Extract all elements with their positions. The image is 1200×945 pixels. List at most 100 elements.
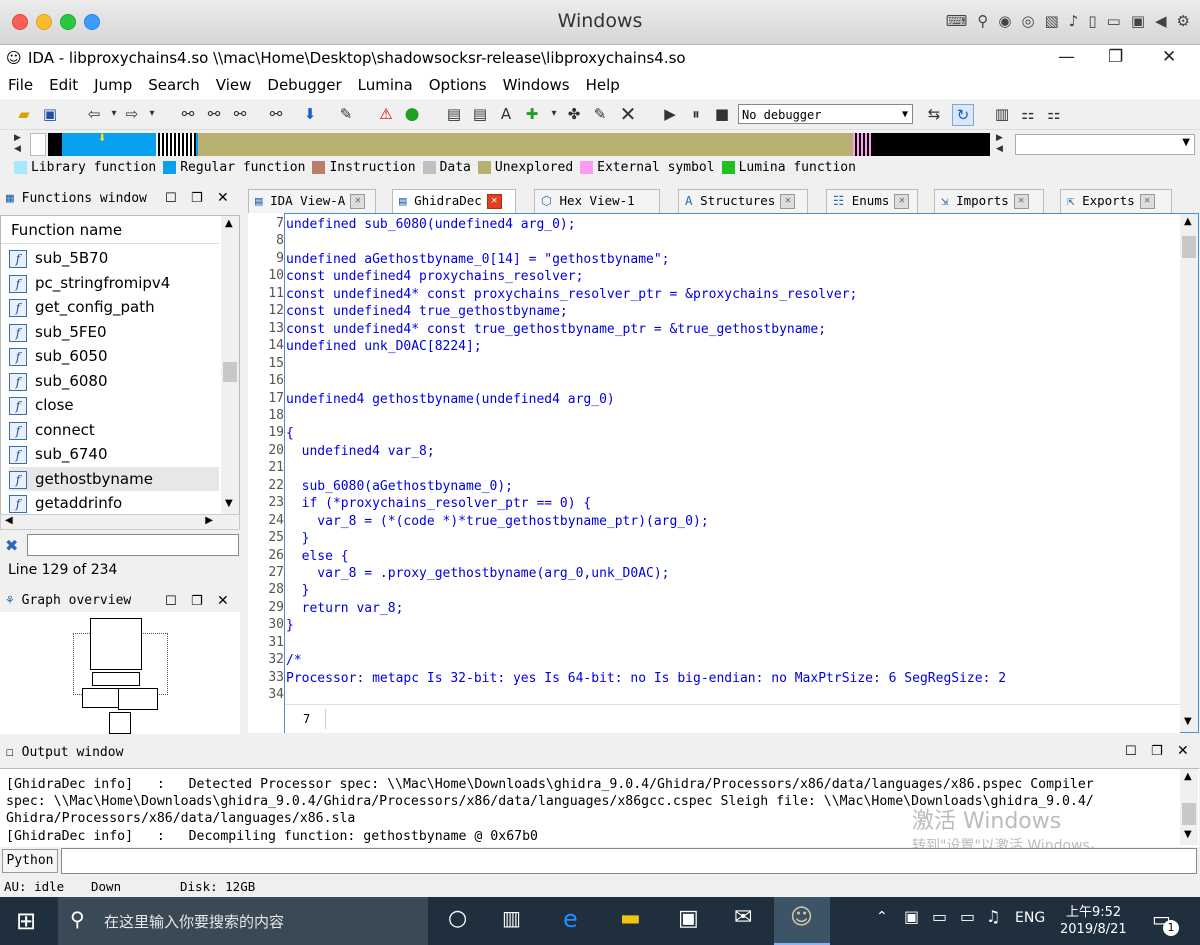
attach-icon[interactable]: ⇆ [924, 104, 944, 124]
function-item[interactable]: f close [9, 393, 219, 417]
storage-icon[interactable]: ▯ [1088, 12, 1096, 30]
code-line[interactable]: const undefined4 proxychains_resolver; [286, 268, 583, 286]
input-language[interactable]: ENG [1015, 910, 1045, 926]
code-line[interactable]: undefined4 var_8; [286, 443, 435, 461]
functions-float-icon[interactable]: ❐ [191, 191, 203, 206]
edit-icon[interactable]: ✎ [336, 104, 356, 124]
code-line[interactable]: undefined unk_D0AC[8224]; [286, 338, 482, 356]
code-icon[interactable]: ▤ [444, 104, 464, 124]
volume-icon[interactable]: ♫ [986, 907, 1000, 926]
devices-icon[interactable]: ◎ [1022, 12, 1035, 30]
search-text-icon[interactable]: ⚯ [204, 104, 224, 124]
code-vertical-scrollbar[interactable]: ▲ ▼ [1180, 214, 1198, 732]
close-icon[interactable]: ✕ [780, 194, 796, 209]
mail-icon[interactable]: ✉ [734, 905, 752, 930]
menu-windows[interactable]: Windows [495, 73, 578, 99]
output-maximize-icon[interactable]: ☐ [1125, 744, 1137, 759]
string-icon[interactable]: A [496, 104, 516, 124]
function-name-column-header[interactable]: Function name [1, 216, 219, 244]
functions-horizontal-scrollbar[interactable]: ◀ ▶ [0, 514, 240, 530]
scroll-up-icon[interactable]: ▲ [225, 218, 233, 229]
code-line[interactable]: const undefined4* const true_gethostbyna… [286, 321, 826, 339]
folder-icon[interactable]: ▭ [1107, 12, 1121, 30]
function-item[interactable]: f sub_6740 [9, 442, 219, 466]
function-dropdown-icon[interactable]: ▾ [544, 104, 564, 124]
menu-lumina[interactable]: Lumina [350, 73, 421, 99]
debugger-select[interactable]: No debugger ▼ [738, 104, 913, 124]
code-line[interactable]: sub_6080(aGethostbyname_0); [286, 478, 513, 496]
create-function-icon[interactable]: ✚ [522, 104, 542, 124]
graph-maximize-icon[interactable]: ☐ [165, 594, 177, 609]
search-binary-icon[interactable]: ⚯ [230, 104, 250, 124]
output-float-icon[interactable]: ❐ [1151, 744, 1163, 759]
navband-right-arrows[interactable]: ▶ ◀ [996, 133, 1008, 156]
windows-start-icon[interactable]: ⊞ [16, 907, 36, 935]
menu-debugger[interactable]: Debugger [259, 73, 349, 99]
output-scroll-thumb[interactable] [1182, 803, 1196, 825]
warning-icon[interactable]: ⚠ [376, 104, 396, 124]
play-icon[interactable]: ▶ [660, 104, 680, 124]
code-line[interactable]: const undefined4 true_gethostbyname; [286, 303, 568, 321]
close-icon[interactable]: ✕ [894, 194, 910, 209]
scroll-right-icon[interactable]: ▶ [205, 515, 213, 526]
code-line[interactable]: var_8 = .proxy_gethostbyname(arg_0,unk_D… [286, 565, 669, 583]
close-icon[interactable]: ✕ [1013, 194, 1029, 209]
tab-ghidradec[interactable]: ▤ GhidraDec ✕ [392, 189, 516, 213]
task-view-icon[interactable]: ▥ [502, 906, 521, 930]
scroll-up-icon[interactable]: ▲ [1184, 216, 1192, 227]
output-close-icon[interactable]: ✕ [1177, 743, 1189, 759]
menu-view[interactable]: View [208, 73, 260, 99]
navband-select[interactable]: ▼ [1015, 134, 1195, 155]
function-item-selected[interactable]: f gethostbyname [9, 467, 219, 491]
clock-time[interactable]: 上午9:52 [1066, 901, 1121, 920]
file-explorer-icon[interactable]: ▬ [620, 906, 641, 931]
code-line[interactable]: else { [286, 548, 349, 566]
function-item[interactable]: f connect [9, 418, 219, 442]
menu-edit[interactable]: Edit [41, 73, 86, 99]
code-line[interactable]: if (*proxychains_resolver_ptr == 0) { [286, 495, 592, 513]
code-line[interactable]: undefined4 gethostbyname(undefined4 arg_… [286, 391, 615, 409]
usb-icon[interactable]: ⚲ [977, 12, 988, 30]
tray-app-icon[interactable]: ▣ [904, 907, 919, 926]
cortana-icon[interactable]: ○ [448, 906, 467, 931]
scroll-left-icon[interactable]: ◀ [5, 515, 13, 526]
python-language-button[interactable]: Python [2, 849, 58, 873]
code-line[interactable]: /* [286, 652, 302, 670]
back-arrow-icon[interactable]: ⇦ [84, 104, 104, 124]
scroll-down-icon[interactable]: ▼ [225, 498, 233, 509]
navband-left-arrows[interactable]: ▶ ◀ [14, 133, 26, 156]
filter-clear-icon[interactable]: ✖ [5, 536, 18, 555]
code-line[interactable]: undefined sub_6080(undefined4 arg_0); [286, 216, 576, 234]
decompiler-code-view[interactable]: undefined sub_6080(undefined4 arg_0);und… [284, 213, 1199, 733]
function-item[interactable]: f sub_5FE0 [9, 320, 219, 344]
disc-icon[interactable]: ◉ [998, 12, 1011, 30]
list-icon[interactable]: ▥ [992, 104, 1012, 124]
tab-exports[interactable]: ⇱ Exports ✕ [1060, 189, 1172, 213]
tree-delete-icon[interactable]: ⚏ [1044, 104, 1064, 124]
jump-down-icon[interactable]: ⬇ [300, 104, 320, 124]
function-item[interactable]: f sub_6080 [9, 369, 219, 393]
taskbar-search-box[interactable]: ⚲ 在这里输入你要搜索的内容 [58, 897, 428, 945]
tab-imports[interactable]: ⇲ Imports ✕ [934, 189, 1044, 213]
function-item[interactable]: f get_config_path [9, 295, 219, 319]
screen-icon[interactable]: ▣ [1131, 12, 1145, 30]
menu-options[interactable]: Options [421, 73, 495, 99]
menu-help[interactable]: Help [578, 73, 628, 99]
battery-icon[interactable]: ▭ [932, 907, 947, 926]
code-line[interactable]: undefined aGethostbyname_0[14] = "gethos… [286, 251, 670, 269]
close-icon[interactable]: ✕ [350, 194, 366, 209]
refresh-icon[interactable]: ↻ [952, 104, 974, 126]
graph-close-icon[interactable]: ✕ [217, 593, 229, 609]
settings-gear-icon[interactable]: ⚙ [1177, 12, 1190, 30]
edge-browser-icon[interactable]: e [563, 905, 578, 933]
data-icon[interactable]: ▤ [470, 104, 490, 124]
save-icon[interactable]: ▣ [40, 104, 60, 124]
output-vertical-scrollbar[interactable]: ▲ ▼ [1180, 769, 1198, 845]
back-dropdown-icon[interactable]: ▾ [104, 104, 124, 124]
graph-float-icon[interactable]: ❐ [191, 594, 203, 609]
code-line[interactable]: } [286, 530, 310, 548]
functions-maximize-icon[interactable]: ☐ [165, 191, 177, 206]
binoculars-icon[interactable]: ⚯ [178, 104, 198, 124]
functions-close-icon[interactable]: ✕ [217, 190, 229, 206]
functions-vertical-scrollbar[interactable]: ▲ ▼ [221, 216, 239, 514]
